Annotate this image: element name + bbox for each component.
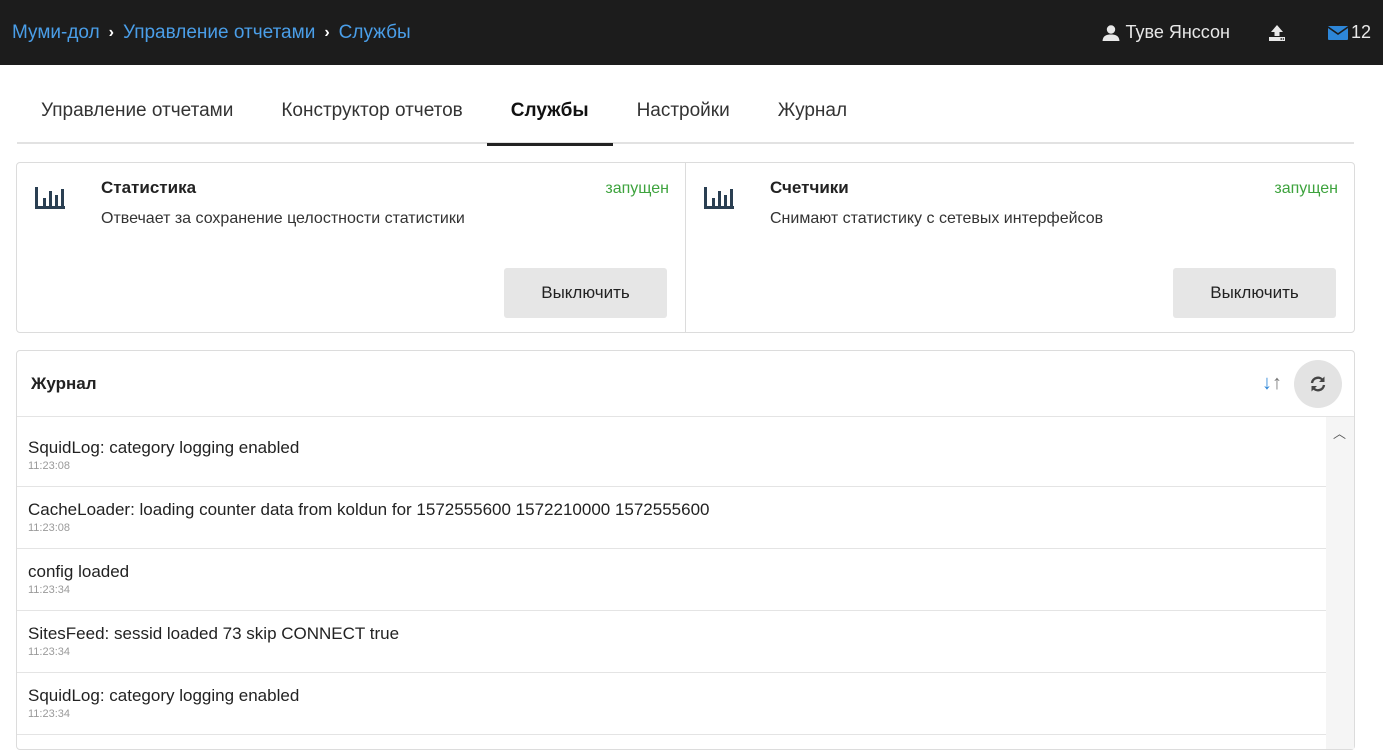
bar-chart-icon bbox=[704, 187, 734, 209]
service-description: Снимают статистику с сетевых интерфейсов bbox=[770, 210, 1104, 227]
log-message: SquidLog: category logging enabled bbox=[28, 438, 300, 457]
top-bar: Муми-дол › Управление отчетами › Службы … bbox=[0, 0, 1383, 65]
log-time: 11:23:34 bbox=[28, 646, 71, 658]
envelope-icon bbox=[1327, 26, 1348, 40]
mail-button[interactable]: 12 bbox=[1327, 22, 1371, 43]
breadcrumb-item-reports[interactable]: Управление отчетами bbox=[123, 22, 315, 44]
journal-title: Журнал bbox=[31, 373, 97, 393]
refresh-icon bbox=[1310, 376, 1326, 391]
log-time: 11:23:08 bbox=[28, 522, 71, 534]
journal-header: Журнал ↓ ↑ bbox=[17, 351, 1354, 417]
chevron-up-icon[interactable]: ︿ bbox=[1333, 423, 1346, 442]
log-time: 11:23:34 bbox=[28, 708, 71, 720]
service-title: Статистика bbox=[101, 178, 197, 197]
bar-chart-icon bbox=[35, 187, 65, 209]
list-item: config loaded 11:23:34 bbox=[17, 549, 1326, 611]
log-message: config loaded bbox=[28, 562, 130, 581]
refresh-button[interactable] bbox=[1294, 359, 1342, 408]
scrollbar[interactable] bbox=[1326, 417, 1354, 749]
services-panel: Статистика запущен Отвечает за сохранени… bbox=[16, 162, 1355, 333]
log-time: 11:23:08 bbox=[28, 460, 71, 472]
tab-report-management[interactable]: Управление отчетами bbox=[17, 84, 257, 144]
arrow-down-icon[interactable]: ↓ bbox=[1262, 372, 1272, 395]
log-message: CacheLoader: loading counter data from k… bbox=[28, 500, 710, 519]
list-item: SquidLog: category logging enabled 11:23… bbox=[17, 425, 1326, 487]
journal-panel: Журнал ↓ ↑ SquidLog: category logging en… bbox=[16, 350, 1355, 750]
disable-button[interactable]: Выключить bbox=[504, 268, 667, 318]
breadcrumb-item-services[interactable]: Службы bbox=[339, 22, 411, 44]
tab-bar: Управление отчетами Конструктор отчетов … bbox=[17, 84, 1354, 146]
tab-journal[interactable]: Журнал bbox=[754, 84, 871, 144]
service-card-counters: Счетчики запущен Снимают статистику с се… bbox=[685, 163, 1354, 332]
disable-button[interactable]: Выключить bbox=[1173, 268, 1336, 318]
tab-report-builder[interactable]: Конструктор отчетов bbox=[257, 84, 486, 144]
list-item: CacheLoader: loading counter data from k… bbox=[17, 487, 1326, 549]
log-message: SquidLog: category logging enabled bbox=[28, 686, 300, 705]
service-status: запущен bbox=[605, 180, 669, 197]
journal-list: SquidLog: category logging enabled 11:23… bbox=[17, 425, 1326, 735]
arrow-up-icon[interactable]: ↑ bbox=[1272, 372, 1282, 395]
chevron-right-icon: › bbox=[108, 23, 114, 41]
log-message: SitesFeed: sessid loaded 73 skip CONNECT… bbox=[28, 624, 400, 643]
list-item: SquidLog: category logging enabled 11:23… bbox=[17, 673, 1326, 735]
service-status: запущен bbox=[1274, 180, 1338, 197]
upload-icon bbox=[1268, 24, 1285, 41]
service-title: Счетчики bbox=[770, 178, 849, 197]
upload-button[interactable] bbox=[1268, 24, 1286, 42]
list-item: SitesFeed: sessid loaded 73 skip CONNECT… bbox=[17, 611, 1326, 673]
user-menu[interactable]: Туве Янссон bbox=[1102, 22, 1230, 43]
chevron-right-icon: › bbox=[324, 23, 330, 41]
log-time: 11:23:34 bbox=[28, 584, 71, 596]
breadcrumb-item-home[interactable]: Муми-дол bbox=[12, 22, 100, 44]
tab-services[interactable]: Службы bbox=[486, 84, 613, 146]
mail-count: 12 bbox=[1350, 22, 1371, 42]
service-card-statistics: Статистика запущен Отвечает за сохранени… bbox=[17, 163, 685, 332]
breadcrumb: Муми-дол › Управление отчетами › Службы bbox=[12, 22, 411, 44]
service-description: Отвечает за сохранение целостности стати… bbox=[101, 210, 465, 227]
tab-settings[interactable]: Настройки bbox=[613, 84, 754, 144]
user-name: Туве Янссон bbox=[1125, 22, 1230, 42]
user-icon bbox=[1102, 24, 1120, 41]
